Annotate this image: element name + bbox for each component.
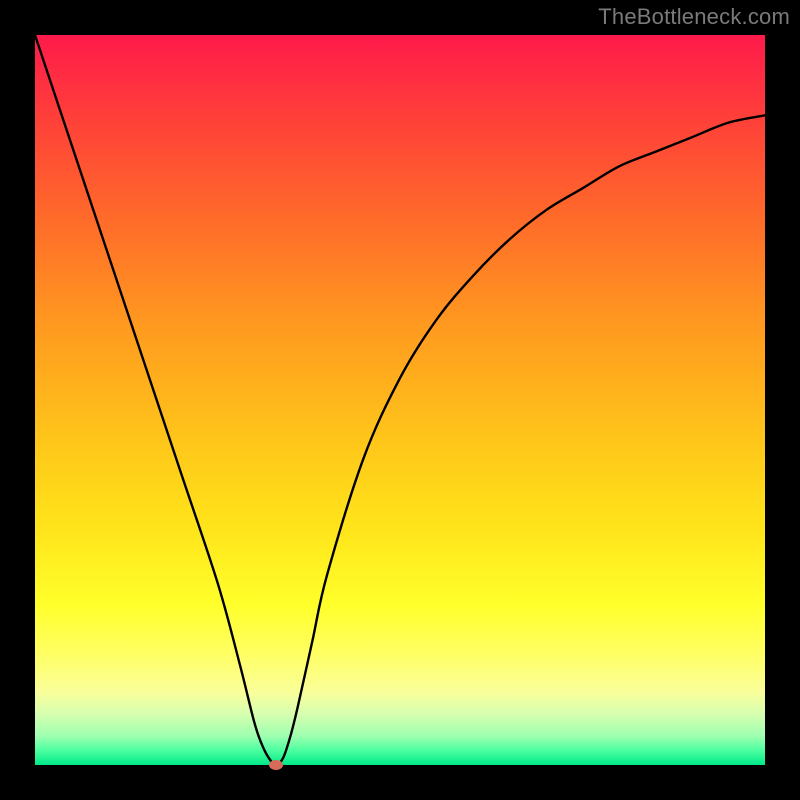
chart-frame: TheBottleneck.com [0,0,800,800]
plot-area [35,35,765,765]
watermark-text: TheBottleneck.com [598,4,790,30]
optimal-point-marker [269,760,283,770]
bottleneck-curve [35,35,765,765]
